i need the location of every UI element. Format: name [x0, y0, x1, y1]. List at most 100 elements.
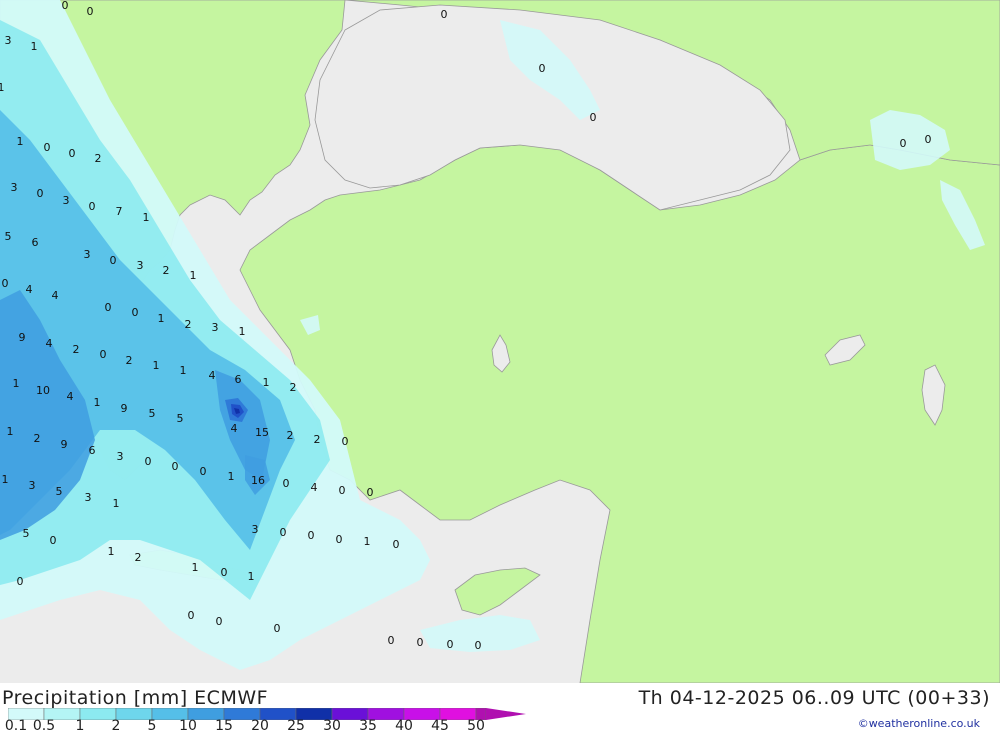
precip-value-label: 6: [89, 444, 96, 457]
precip-value-label: 1: [31, 40, 38, 53]
precip-value-label: 1: [0, 81, 5, 94]
precip-value-label: 0: [417, 636, 424, 649]
legend-tick-label: 30: [323, 718, 341, 734]
precip-value-label: 4: [26, 283, 33, 296]
precip-value-label: 0: [441, 8, 448, 21]
legend-tick-label: 2: [111, 718, 121, 734]
precip-value-label: 1: [228, 470, 235, 483]
precip-value-label: 2: [185, 318, 192, 331]
precip-value-label: 0: [280, 526, 287, 539]
legend-tick-label: 10: [179, 718, 197, 734]
precip-value-label: 0: [105, 301, 112, 314]
precip-value-label: 15: [255, 426, 269, 439]
precip-value-label: 3: [29, 479, 36, 492]
precip-value-label: 0: [925, 133, 932, 146]
precip-value-label: 0: [900, 137, 907, 150]
legend-tick-label: 5: [147, 718, 157, 734]
precip-value-label: 5: [56, 485, 63, 498]
precip-value-label: 0: [200, 465, 207, 478]
precip-value-label: 0: [447, 638, 454, 651]
valid-time: Th 04-12-2025 06..09 UTC (00+33): [638, 687, 990, 709]
precip-value-label: 0: [69, 147, 76, 160]
legend-tick-label: 0.5: [32, 718, 56, 734]
precip-value-label: 7: [116, 205, 123, 218]
precip-value-label: 2: [34, 432, 41, 445]
precip-value-label: 1: [153, 359, 160, 372]
precip-value-label: 1: [190, 269, 197, 282]
precip-value-label: 5: [5, 230, 12, 243]
precip-value-label: 0: [100, 348, 107, 361]
precip-value-label: 1: [143, 211, 150, 224]
legend-tick-label: 0.1: [4, 718, 28, 734]
legend-tick-label: 15: [215, 718, 233, 734]
precip-value-label: 10: [36, 384, 50, 397]
legend-tick-label: 20: [251, 718, 269, 734]
precip-value-label: 3: [85, 491, 92, 504]
precip-value-label: 6: [235, 373, 242, 386]
precip-value-label: 1: [2, 473, 9, 486]
precip-value-label: 0: [110, 254, 117, 267]
precip-value-label: 9: [121, 402, 128, 415]
precip-value-label: 2: [135, 551, 142, 564]
precip-value-label: 0: [590, 111, 597, 124]
credit-link[interactable]: ©weatheronline.co.uk: [858, 717, 980, 730]
precip-value-label: 1: [158, 312, 165, 325]
precip-value-label: 1: [17, 135, 24, 148]
precip-value-label: 0: [274, 622, 281, 635]
precip-value-label: 0: [37, 187, 44, 200]
precip-value-label: 1: [13, 377, 20, 390]
precip-value-label: 0: [89, 200, 96, 213]
precip-value-label: 16: [251, 474, 265, 487]
precip-value-label: 2: [126, 354, 133, 367]
precip-value-label: 0: [2, 277, 9, 290]
precip-value-label: 0: [50, 534, 57, 547]
precip-value-label: 0: [216, 615, 223, 628]
precip-value-label: 0: [132, 306, 139, 319]
precip-value-label: 0: [283, 477, 290, 490]
precip-value-label: 0: [342, 435, 349, 448]
legend-tick-label: 40: [395, 718, 413, 734]
precip-value-label: 0: [17, 575, 24, 588]
precip-value-label: 5: [23, 527, 30, 540]
precip-value-label: 3: [5, 34, 12, 47]
precip-value-label: 2: [287, 429, 294, 442]
precip-value-label: 3: [137, 259, 144, 272]
precipitation-map: 0 03 111 0 0 23 03 0 7 15 63 0 3 2 10 4 40 0 1 2 3 19 4 2 0 2 1 1 4 6…: [0, 0, 1000, 683]
precip-value-label: 0: [172, 460, 179, 473]
precip-value-label: 9: [61, 438, 68, 451]
precip-value-label: 4: [52, 289, 59, 302]
precip-value-label: 1: [94, 396, 101, 409]
precip-value-label: 5: [177, 412, 184, 425]
precip-value-label: 0: [87, 5, 94, 18]
legend-tick-label: 1: [75, 718, 85, 734]
legend-tick-label: 35: [359, 718, 377, 734]
legend-tick-label: 45: [431, 718, 449, 734]
precip-value-label: 0: [221, 566, 228, 579]
precip-value-label: 0: [475, 639, 482, 652]
precip-value-label: 4: [311, 481, 318, 494]
precip-value-label: 0: [388, 634, 395, 647]
precip-value-label: 2: [95, 152, 102, 165]
legend-tick-label: 50: [467, 718, 485, 734]
precip-value-label: 2: [163, 264, 170, 277]
precip-value-label: 4: [231, 422, 238, 435]
precip-value-label: 1: [7, 425, 14, 438]
precip-value-label: 4: [209, 369, 216, 382]
precip-value-label: 3: [63, 194, 70, 207]
precip-value-label: 4: [46, 337, 53, 350]
precip-value-label: 0: [145, 455, 152, 468]
precip-value-label: 1: [248, 570, 255, 583]
precip-value-label: 1: [364, 535, 371, 548]
precip-value-label: 0: [367, 486, 374, 499]
precip-value-label: 3: [11, 181, 18, 194]
legend-tick-label: 25: [287, 718, 305, 734]
legend-arrow: [486, 708, 526, 720]
precip-value-label: 0: [44, 141, 51, 154]
precip-value-label: 3: [252, 523, 259, 536]
precip-value-label: 2: [314, 433, 321, 446]
precip-value-label: 0: [539, 62, 546, 75]
precip-value-label: 9: [19, 331, 26, 344]
precip-value-label: 4: [67, 390, 74, 403]
footer: Precipitation [mm] ECMWF Th 04-12-2025 0…: [0, 683, 1000, 734]
precip-value-label: 0: [339, 484, 346, 497]
